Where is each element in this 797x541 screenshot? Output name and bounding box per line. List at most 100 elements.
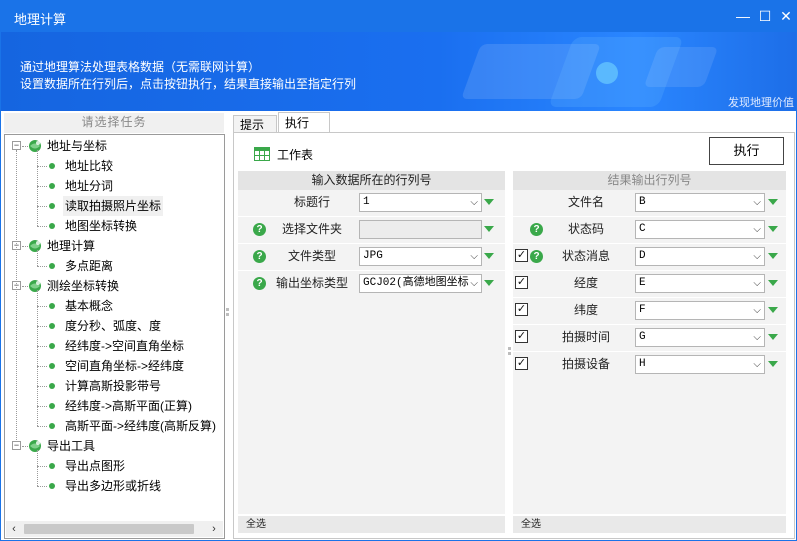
dropdown-arrow-icon[interactable] <box>484 280 494 286</box>
bullet-icon <box>49 263 55 269</box>
tree-connector <box>37 426 47 427</box>
splitter-grip[interactable] <box>508 347 511 350</box>
collapse-icon[interactable]: − <box>12 441 21 450</box>
chevron-down-icon: ⌵ <box>753 278 761 289</box>
row-divider <box>238 216 505 217</box>
input-value-select[interactable]: GCJ02(高德地图坐标 ⌵ <box>359 274 482 293</box>
output-column-select[interactable]: D ⌵ <box>635 247 765 266</box>
tree-item-label: 多点距离 <box>65 259 114 273</box>
dropdown-arrow-icon[interactable] <box>768 280 778 286</box>
splitter-grip[interactable] <box>226 308 229 311</box>
table-icon <box>254 147 270 161</box>
worksheet-label: 工作表 <box>277 148 314 162</box>
tree-item-label: 导出点图形 <box>65 459 126 473</box>
row-divider <box>513 351 786 352</box>
output-row-label: 文件名 <box>567 195 604 209</box>
help-icon[interactable]: ? <box>253 250 266 263</box>
output-checkbox[interactable]: ✓ <box>515 276 528 289</box>
scroll-left-icon[interactable]: ‹ <box>7 522 21 536</box>
tree-connector <box>37 206 47 207</box>
input-value-select[interactable]: JPG ⌵ <box>359 247 482 266</box>
tree-item-label: 计算高斯投影带号 <box>65 379 162 393</box>
output-checkbox[interactable]: ✓ <box>515 330 528 343</box>
output-column-select[interactable]: C ⌵ <box>635 220 765 239</box>
tree-group-label: 测绘坐标转换 <box>47 279 120 293</box>
dropdown-arrow-icon[interactable] <box>768 361 778 367</box>
tree-connector <box>37 486 47 487</box>
combo-value: F <box>639 304 646 316</box>
tab-execute[interactable]: 执行 <box>278 112 330 133</box>
minimize-button[interactable]: — <box>734 7 752 25</box>
close-button[interactable]: ✕ <box>777 7 795 25</box>
combo-value: 1 <box>363 196 370 208</box>
tree-connector <box>37 290 38 426</box>
output-row: ? 状态码 C ⌵ <box>513 217 786 242</box>
dropdown-arrow-icon[interactable] <box>484 253 494 259</box>
bullet-icon <box>49 383 55 389</box>
banner-decoration <box>643 47 719 87</box>
tree-item-label: 地址比较 <box>65 159 114 173</box>
banner-description-line1: 通过地理算法处理表格数据（无需联网计算） <box>20 60 261 74</box>
dropdown-arrow-icon[interactable] <box>484 199 494 205</box>
bullet-icon <box>49 363 55 369</box>
output-column-select[interactable]: F ⌵ <box>635 301 765 320</box>
tree-connector <box>37 166 47 167</box>
output-checkbox[interactable]: ✓ <box>515 357 528 370</box>
banner-link[interactable]: 发现地理价值 <box>728 94 794 110</box>
row-divider <box>238 243 505 244</box>
maximize-button[interactable]: ☐ <box>756 7 774 25</box>
dropdown-arrow-icon[interactable] <box>768 307 778 313</box>
collapse-icon[interactable]: − <box>12 141 21 150</box>
bullet-icon <box>49 303 55 309</box>
dropdown-arrow-icon[interactable] <box>768 253 778 259</box>
banner-location-icon <box>596 62 618 84</box>
combo-value: B <box>639 196 646 208</box>
scrollbar-thumb[interactable] <box>24 524 194 534</box>
globe-icon <box>29 280 41 292</box>
output-column-select[interactable]: E ⌵ <box>635 274 765 293</box>
tree-connector <box>37 346 47 347</box>
execute-button[interactable]: 执行 <box>709 137 784 165</box>
output-select-all[interactable]: 全选 <box>513 516 786 533</box>
combo-value: JPG <box>363 250 383 262</box>
help-icon[interactable]: ? <box>530 223 543 236</box>
dropdown-arrow-icon[interactable] <box>484 226 494 232</box>
tree-connector <box>37 250 38 266</box>
tree-item-label: 基本概念 <box>65 299 114 313</box>
splitter-grip[interactable] <box>508 352 511 355</box>
output-column-select[interactable]: G ⌵ <box>635 328 765 347</box>
output-checkbox[interactable]: ✓ <box>515 249 528 262</box>
help-icon[interactable]: ? <box>530 250 543 263</box>
scroll-right-icon[interactable]: › <box>207 522 221 536</box>
tree-item-label: 度分秒、弧度、度 <box>65 319 162 333</box>
output-row-label: 拍摄时间 <box>561 330 610 344</box>
input-value-select[interactable]: 1 ⌵ <box>359 193 482 212</box>
output-column-select[interactable]: H ⌵ <box>635 355 765 374</box>
chevron-down-icon: ⌵ <box>753 224 761 235</box>
sidebar-header: 请选择任务 <box>4 113 224 133</box>
task-tree[interactable]: ‹ › − 地址与坐标 地址比较 地址分词 读取拍摄照片坐标 地图坐标转换 − 地理计算 多点距… <box>4 134 225 539</box>
help-icon[interactable]: ? <box>253 277 266 290</box>
tree-horizontal-scrollbar[interactable]: ‹ › <box>6 521 223 537</box>
input-row-label: 输出坐标类型 <box>275 276 348 290</box>
row-divider <box>238 270 505 271</box>
input-value-select[interactable] <box>359 220 482 239</box>
input-select-all[interactable]: 全选 <box>238 516 505 533</box>
chevron-down-icon: ⌵ <box>753 359 761 370</box>
dropdown-arrow-icon[interactable] <box>768 334 778 340</box>
bullet-icon <box>49 343 55 349</box>
dropdown-arrow-icon[interactable] <box>768 226 778 232</box>
help-icon[interactable]: ? <box>253 223 266 236</box>
splitter-grip[interactable] <box>226 313 229 316</box>
tree-connector <box>37 226 47 227</box>
output-row-label: 拍摄设备 <box>561 357 610 371</box>
bullet-icon <box>49 163 55 169</box>
combo-value: G <box>639 331 646 343</box>
combo-value: GCJ02(高德地图坐标 <box>363 277 469 289</box>
output-row-label: 状态消息 <box>561 249 610 263</box>
output-row-label: 状态码 <box>567 222 604 236</box>
dropdown-arrow-icon[interactable] <box>768 199 778 205</box>
output-checkbox[interactable]: ✓ <box>515 303 528 316</box>
output-column-select[interactable]: B ⌵ <box>635 193 765 212</box>
input-row-label: 标题行 <box>293 195 330 209</box>
